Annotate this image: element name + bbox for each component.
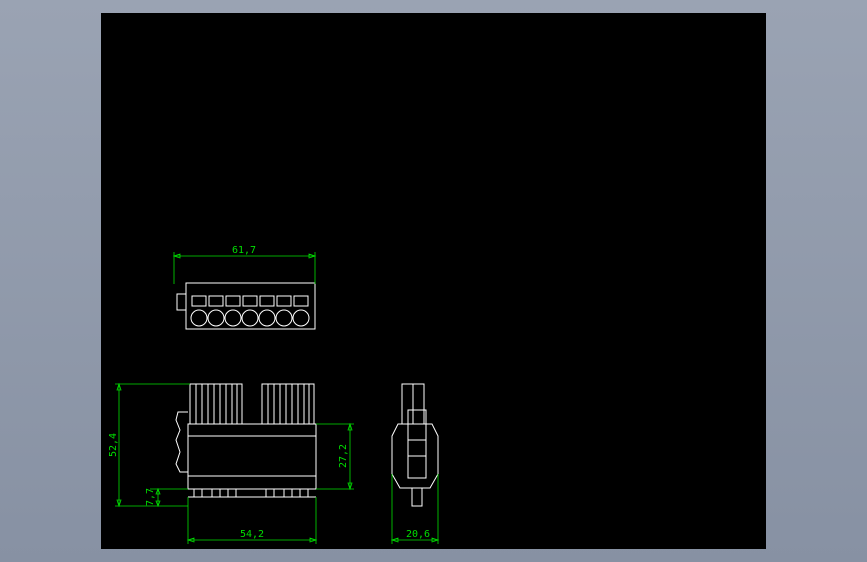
- top-view-terminals: [190, 295, 310, 327]
- dim-top-width: 61,7: [232, 245, 256, 256]
- dim-front-width: 54,2: [240, 529, 264, 540]
- side-view-latch: [407, 409, 427, 479]
- dim-side-width: 20,6: [406, 529, 430, 540]
- side-view: 20,6: [390, 383, 440, 544]
- top-view: 61,7: [172, 245, 317, 330]
- dim-body-height: 27,2: [338, 444, 349, 468]
- dim-pin-height: 7,7: [145, 488, 156, 506]
- side-view-pin: [411, 487, 423, 507]
- cad-drawing-canvas[interactable]: 61,7 52,4 7,7 27,2 54,2 20,6: [101, 13, 766, 549]
- front-view-pins: [188, 488, 316, 498]
- top-view-latch: [176, 293, 187, 311]
- front-view-body: [187, 423, 317, 490]
- front-view-latch: [175, 411, 188, 473]
- cad-drawing: 61,7 52,4 7,7 27,2 54,2 20,6: [108, 245, 440, 544]
- front-view-fins: [189, 383, 315, 425]
- front-view: 52,4 7,7 27,2 54,2: [108, 382, 354, 544]
- dim-front-height: 52,4: [108, 433, 119, 457]
